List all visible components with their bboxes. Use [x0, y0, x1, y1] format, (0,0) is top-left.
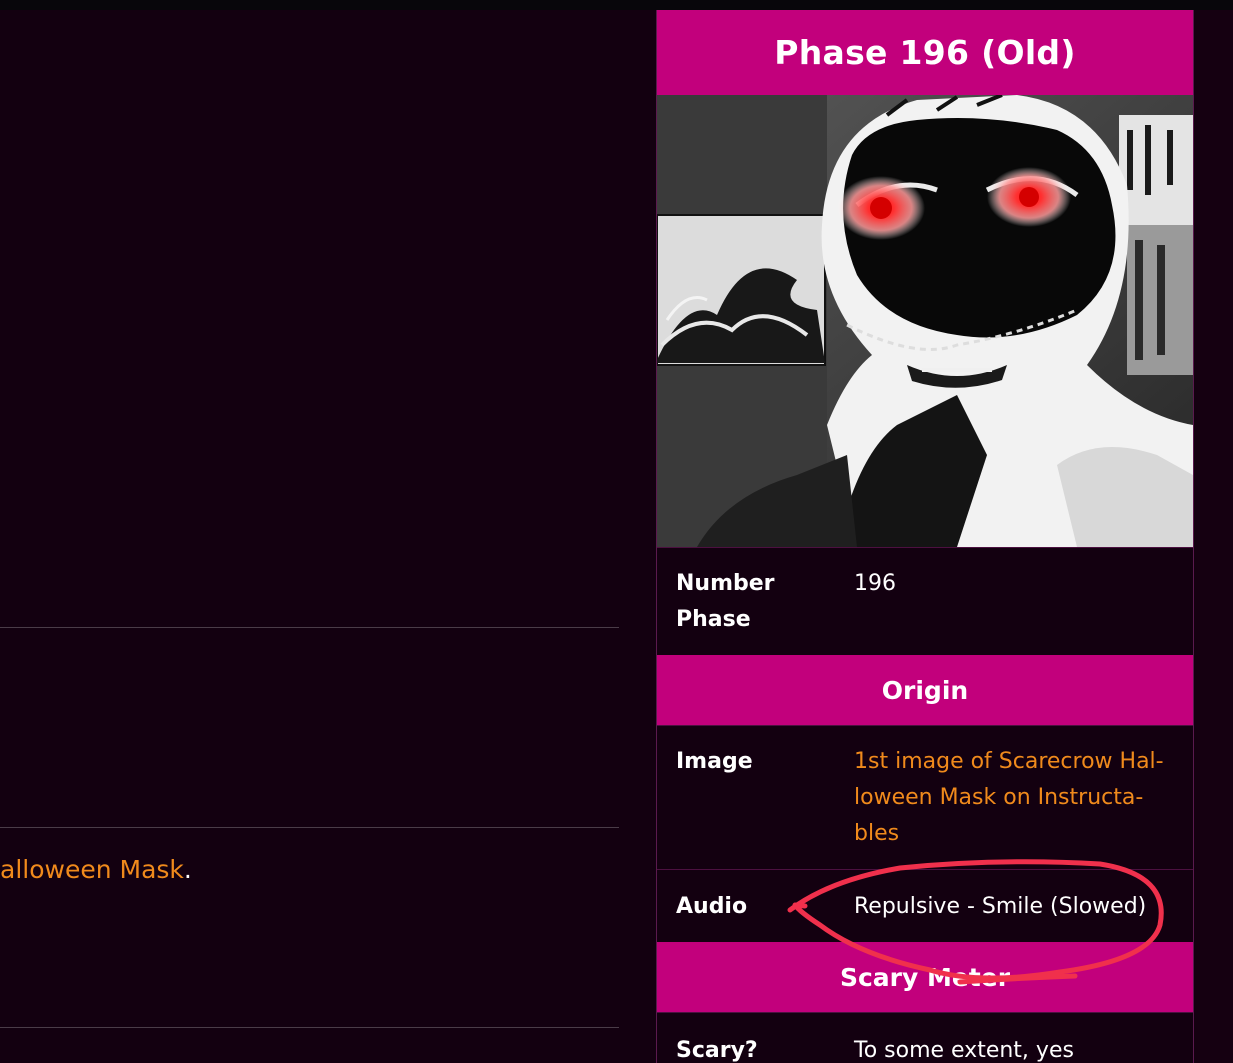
scary-label: Scary? [676, 1038, 758, 1063]
mask-link[interactable]: alloween Mask [0, 855, 184, 884]
infobox: Phase 196 (Old) Number Phase 196 Origin … [656, 10, 1194, 1063]
image-source-line: loween Mask on Instructa- [854, 785, 1144, 810]
section-divider [0, 827, 619, 828]
page-right-margin [1195, 10, 1233, 1063]
section-origin: Origin [657, 655, 1193, 725]
article-text-suffix: . [183, 855, 192, 884]
number-phase-value: 196 [854, 571, 896, 596]
section-divider [0, 627, 619, 628]
number-phase-label-line1: Number [676, 571, 775, 596]
number-phase-label-line2: Phase [676, 607, 751, 632]
top-bar [0, 0, 1233, 10]
phase-image[interactable] [657, 95, 1193, 547]
row-audio: Audio Repulsive - Smile (Slowed) [657, 869, 1193, 943]
image-source-line: 1st image of Scarecrow Hal- [854, 749, 1164, 774]
section-divider [0, 1027, 619, 1028]
number-phase-label: Number Phase [676, 566, 775, 638]
image-label: Image [676, 749, 753, 774]
image-source-line: bles [854, 821, 900, 846]
row-scary: Scary? To some extent, yes [657, 1012, 1193, 1063]
audio-label: Audio [676, 894, 748, 919]
row-number-phase: Number Phase 196 [657, 547, 1193, 656]
audio-value: Repulsive - Smile (Slowed) [854, 894, 1147, 919]
scary-value: To some extent, yes [854, 1038, 1074, 1063]
infobox-title: Phase 196 (Old) [657, 10, 1193, 95]
image-source-link[interactable]: 1st image of Scarecrow Hal- loween Mask … [854, 744, 1179, 852]
section-scary-meter: Scary Meter [657, 942, 1193, 1012]
row-image: Image 1st image of Scarecrow Hal- loween… [657, 725, 1193, 870]
article-text: alloween Mask. [0, 855, 192, 884]
scarecrow-mask-picture [657, 95, 1193, 547]
